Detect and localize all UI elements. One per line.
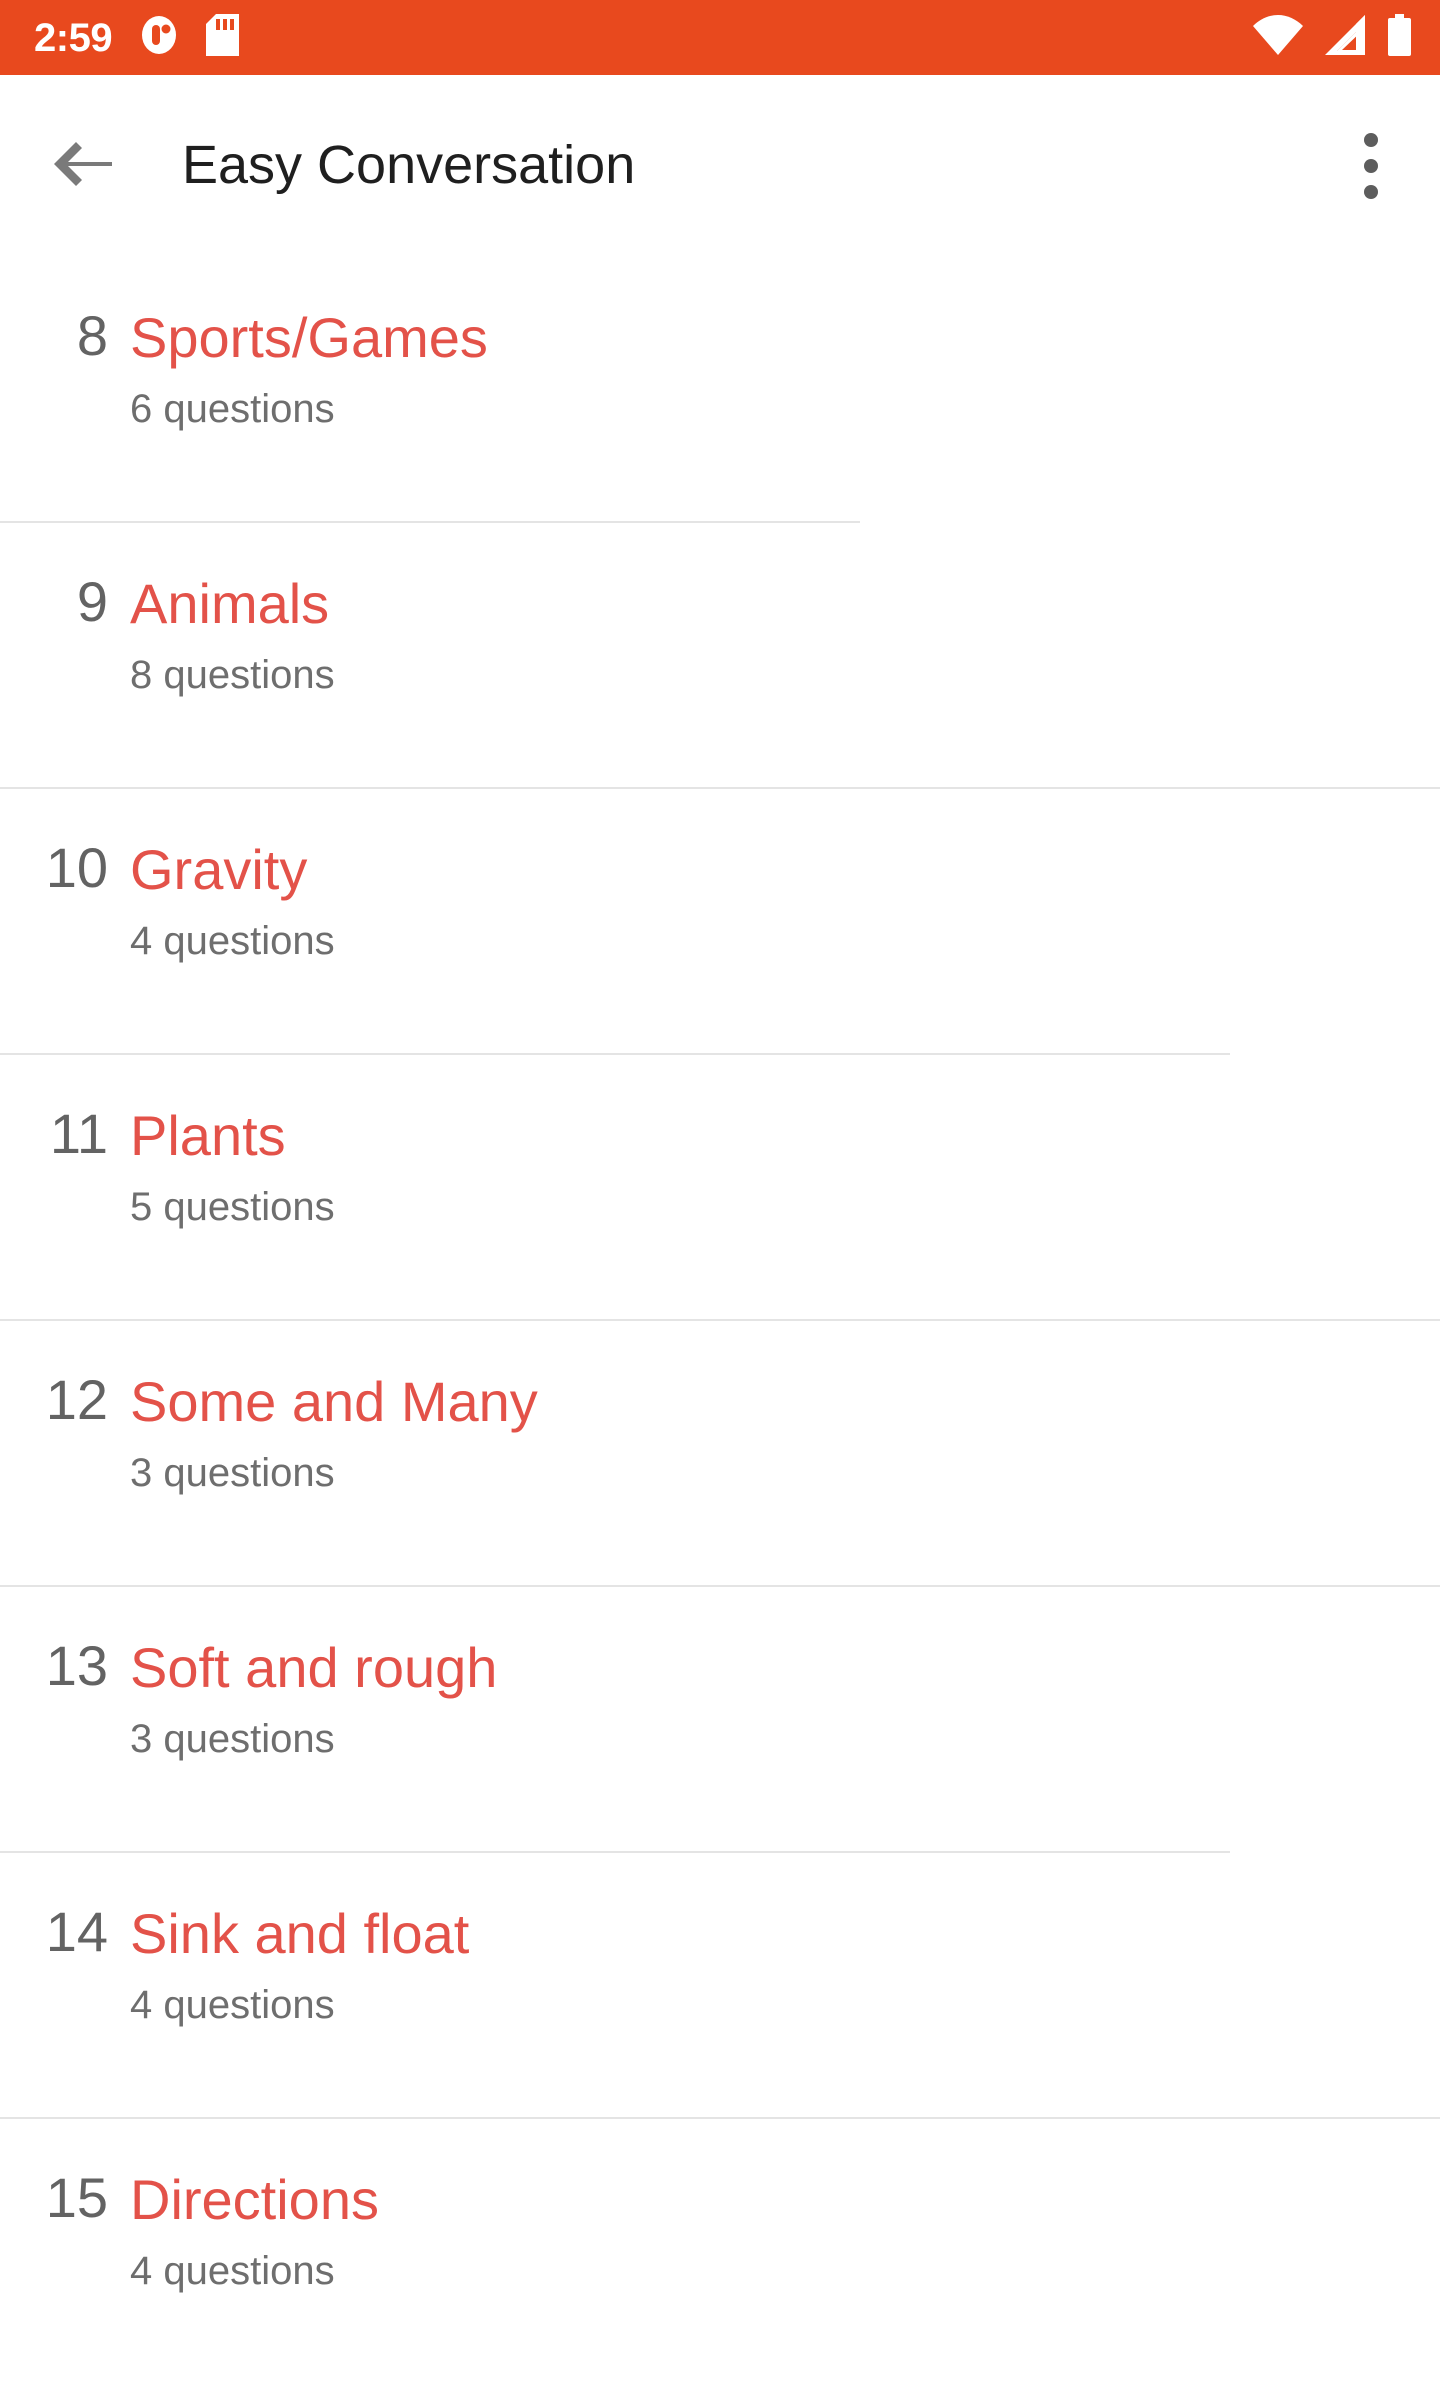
list-item[interactable]: 11 Plants 5 questions <box>0 1055 1440 1321</box>
cellular-signal-icon <box>1323 15 1367 60</box>
list-item-number: 8 <box>76 304 108 367</box>
list-item-title: Animals <box>130 572 330 635</box>
list-item-number: 10 <box>45 836 108 899</box>
battery-icon <box>1387 14 1412 61</box>
list-item[interactable]: 13 Soft and rough 3 questions <box>0 1587 1440 1853</box>
page-title: Easy Conversation <box>182 135 636 196</box>
lesson-list: 8 Sports/Games 6 questions 9 Animals 8 questi… <box>0 257 1440 2384</box>
list-item-number: 12 <box>45 1368 108 1431</box>
list-item-number: 14 <box>45 1900 108 1963</box>
list-item-title: Sports/Games <box>130 306 488 369</box>
overflow-menu-icon <box>1364 133 1378 147</box>
sd-card-icon <box>206 14 240 61</box>
list-item[interactable]: 10 Gravity 4 questions <box>0 789 1440 1055</box>
list-item-body: Plants 5 questions <box>130 1103 335 1230</box>
list-item-title: Soft and rough <box>130 1636 498 1699</box>
list-item-title: Gravity <box>130 838 308 901</box>
list-item-body: Directions 4 questions <box>130 2167 379 2294</box>
list-item[interactable]: 12 Some and Many 3 questions <box>0 1321 1440 1587</box>
list-item-subtitle: 6 questions <box>130 386 335 431</box>
status-bar-right <box>1253 14 1412 61</box>
notification-circle-icon <box>140 15 178 60</box>
list-item-subtitle: 4 questions <box>130 2248 335 2293</box>
app-bar: Easy Conversation <box>0 75 1440 257</box>
wifi-icon <box>1253 15 1303 60</box>
list-item-subtitle: 3 questions <box>130 1716 335 1761</box>
status-bar-left: 2:59 <box>34 14 240 61</box>
list-item-body: Soft and rough 3 questions <box>130 1635 497 1762</box>
overflow-menu-icon-dot <box>1364 159 1378 173</box>
overflow-menu-icon-dot <box>1364 185 1378 199</box>
list-item-subtitle: 3 questions <box>130 1450 335 1495</box>
list-item[interactable]: 15 Directions 4 questions <box>0 2119 1440 2384</box>
list-item[interactable]: 9 Animals 8 questions <box>0 523 1440 789</box>
list-item-number: 15 <box>45 2166 108 2229</box>
list-item-number: 11 <box>49 1102 108 1165</box>
status-bar: 2:59 <box>0 0 1440 75</box>
list-item-title: Some and Many <box>130 1370 538 1433</box>
list-item-subtitle: 4 questions <box>130 1982 335 2027</box>
overflow-menu-button[interactable] <box>1336 122 1406 210</box>
list-item-body: Gravity 4 questions <box>130 837 335 964</box>
back-button[interactable] <box>44 127 122 205</box>
list-item-number: 13 <box>45 1634 108 1697</box>
back-arrow-icon <box>52 139 114 194</box>
list-item[interactable]: 14 Sink and float 4 questions <box>0 1853 1440 2119</box>
status-bar-clock: 2:59 <box>34 15 113 60</box>
list-item-body: Sports/Games 6 questions <box>130 305 488 432</box>
list-item-number: 9 <box>76 570 108 633</box>
list-item-title: Directions <box>130 2168 379 2231</box>
list-item-title: Plants <box>130 1104 286 1167</box>
list-item-body: Animals 8 questions <box>130 571 335 698</box>
list-item-subtitle: 4 questions <box>130 918 335 963</box>
list-item-subtitle: 5 questions <box>130 1184 335 1229</box>
list-item-body: Some and Many 3 questions <box>130 1369 538 1496</box>
list-item[interactable]: 8 Sports/Games 6 questions <box>0 257 1440 523</box>
list-item-title: Sink and float <box>130 1902 470 1965</box>
list-item-body: Sink and float 4 questions <box>130 1901 469 2028</box>
list-item-subtitle: 8 questions <box>130 652 335 697</box>
